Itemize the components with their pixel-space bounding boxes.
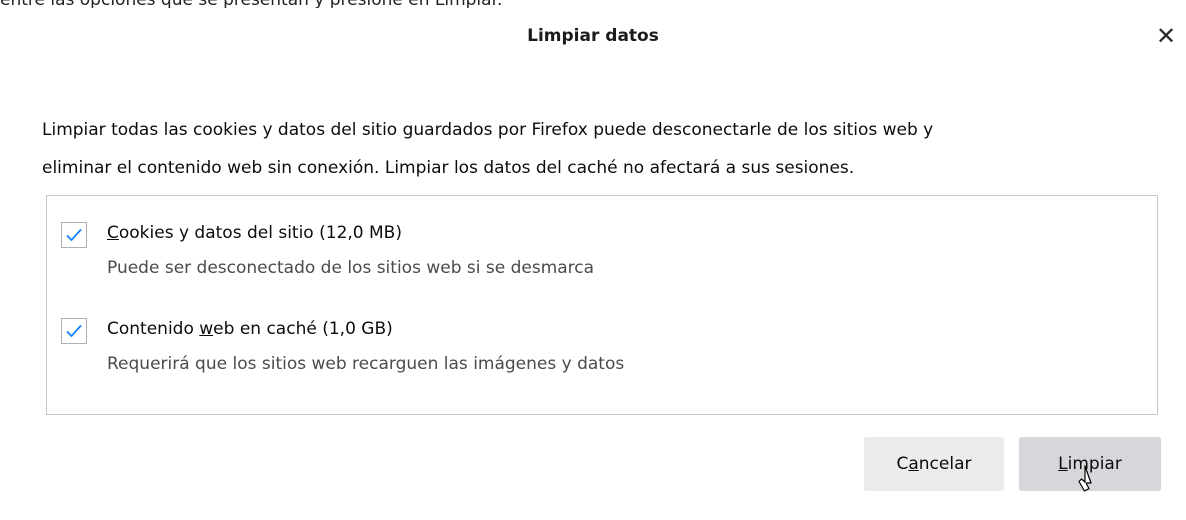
cookies-label-accesskey: C [107, 223, 119, 243]
cookies-label-post: ookies y datos del sitio (12,0 MB) [118, 223, 402, 243]
cancel-label-post: ncelar [918, 454, 972, 474]
cookies-checkbox[interactable] [61, 222, 87, 248]
cache-label-accesskey: w [199, 319, 214, 339]
cache-checkbox[interactable] [61, 318, 87, 344]
mouse-pointer-icon [1077, 465, 1099, 497]
cache-description: Requerirá que los sitios web recarguen l… [107, 354, 625, 374]
description-line-1: Limpiar todas las cookies y datos del si… [42, 120, 934, 140]
cancel-button[interactable]: Cancelar [864, 437, 1004, 491]
checkmark-icon [66, 228, 82, 242]
options-group: Cookies y datos del sitio (12,0 MB) Pued… [46, 195, 1158, 415]
cookies-label[interactable]: Cookies y datos del sitio (12,0 MB) [107, 223, 402, 243]
cache-label[interactable]: Contenido web en caché (1,0 GB) [107, 319, 393, 339]
cache-label-post: eb en caché (1,0 GB) [213, 319, 393, 339]
description-line-2: eliminar el contenido web sin conexión. … [42, 158, 855, 178]
cache-label-pre: Contenido [107, 319, 200, 339]
dialog-title: Limpiar datos [527, 26, 659, 46]
clear-label-accesskey: L [1058, 454, 1068, 474]
cancel-label-accesskey: a [908, 454, 919, 474]
close-button[interactable]: ✕ [1152, 22, 1180, 50]
dialog-titlebar: Limpiar datos ✕ [0, 8, 1186, 64]
background-instruction-text-content: entre las opciones que se presentan y pr… [0, 0, 502, 8]
checkmark-icon [66, 324, 82, 338]
cancel-label-pre: C [896, 454, 909, 474]
background-instruction-text: entre las opciones que se presentan y pr… [0, 0, 700, 8]
dialog-description: Limpiar todas las cookies y datos del si… [42, 111, 1152, 187]
clear-data-dialog: entre las opciones que se presentan y pr… [0, 0, 1186, 520]
cookies-description: Puede ser desconectado de los sitios web… [107, 258, 595, 278]
close-icon: ✕ [1155, 22, 1177, 50]
